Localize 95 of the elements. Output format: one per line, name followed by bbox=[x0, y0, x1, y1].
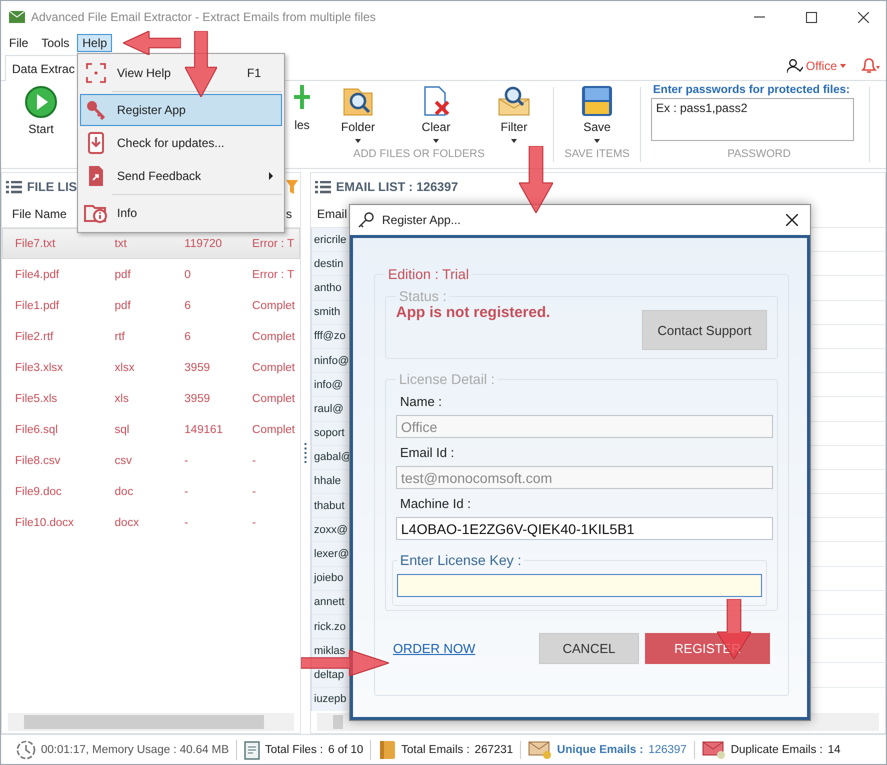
bell-icon bbox=[860, 58, 880, 74]
save-button[interactable]: Save bbox=[569, 85, 625, 143]
scrollbar[interactable] bbox=[8, 713, 294, 731]
email-cell: joiebo bbox=[311, 566, 348, 590]
email-cell: ninfo@ bbox=[311, 348, 348, 372]
menu-item[interactable]: View Help F1 bbox=[80, 57, 282, 89]
envelope-search-icon bbox=[497, 85, 531, 117]
email-cell: ericrile bbox=[311, 228, 348, 252]
email-cell: fff@zo bbox=[311, 324, 348, 348]
email-cell: antho bbox=[311, 276, 348, 300]
document-icon bbox=[87, 165, 105, 187]
folder-info-icon bbox=[84, 203, 108, 223]
contact-support-button[interactable]: Contact Support bbox=[642, 310, 767, 350]
menu-item[interactable]: Send Feedback bbox=[80, 160, 282, 192]
password-field[interactable]: Ex : pass1,pass2 bbox=[651, 98, 854, 141]
email-cell: zoxx@ bbox=[311, 518, 348, 542]
download-icon bbox=[87, 132, 105, 154]
status-value: 267231 bbox=[474, 744, 514, 756]
list-icon bbox=[6, 180, 22, 194]
status-value: 6 of 10 bbox=[328, 744, 364, 756]
column-header[interactable]: Email bbox=[311, 207, 345, 221]
maximize-icon bbox=[806, 12, 816, 22]
text-field[interactable]: L4OBAO-1E2ZG6V-QIEK40-1KIL5B1 bbox=[396, 517, 773, 540]
menu-item[interactable]: Tools bbox=[36, 34, 74, 52]
column-header[interactable]: s bbox=[284, 207, 296, 221]
close-icon bbox=[858, 12, 868, 22]
envelope-icon bbox=[9, 10, 25, 24]
menu-item[interactable]: Check for updates... bbox=[80, 127, 282, 159]
field-label: Machine Id : bbox=[400, 496, 472, 511]
field-label: Name : bbox=[400, 394, 443, 409]
field-label: Email Id : bbox=[400, 445, 456, 460]
close-icon bbox=[786, 214, 798, 226]
clock-icon bbox=[16, 740, 36, 760]
key-icon bbox=[86, 100, 106, 120]
clear-button[interactable]: Clear bbox=[403, 85, 469, 143]
license-key-field[interactable] bbox=[397, 574, 762, 597]
column-header[interactable]: File Name bbox=[2, 207, 74, 221]
group-label: ADD FILES OR FOLDERS bbox=[352, 148, 486, 162]
status-value: 14 bbox=[828, 744, 841, 756]
window-title: Advanced File Email Extractor - Extract Emails from multiple files bbox=[31, 10, 377, 24]
minimize-icon bbox=[754, 16, 764, 18]
user-menu[interactable]: Office bbox=[786, 59, 846, 73]
email-cell: thabut bbox=[311, 494, 348, 518]
user-icon bbox=[786, 59, 803, 73]
email-cell: soport bbox=[311, 422, 348, 445]
email-cell: lexer@ bbox=[311, 542, 348, 566]
status-label: Status : bbox=[398, 288, 448, 304]
envelope-check-icon bbox=[528, 740, 552, 758]
book-icon bbox=[378, 740, 396, 760]
filter-button[interactable]: Filter bbox=[481, 85, 547, 143]
email-cell: hhale bbox=[311, 470, 348, 494]
email-cell: annett bbox=[311, 590, 348, 614]
order-now-link[interactable]: ORDER NOW bbox=[393, 641, 476, 656]
email-cell: rick.zo bbox=[311, 615, 348, 638]
menu-item[interactable]: Register App bbox=[80, 94, 282, 126]
password-label: Enter passwords for protected files: bbox=[653, 84, 851, 96]
email-cell: info@ bbox=[311, 373, 348, 396]
group-label: SAVE ITEMS bbox=[563, 148, 631, 162]
license-detail-label: License Detail : bbox=[398, 371, 496, 387]
clipboard-icon bbox=[244, 740, 260, 760]
email-cell: smith bbox=[311, 300, 348, 324]
menu-item[interactable]: File bbox=[4, 34, 34, 52]
status-label: Total Emails : bbox=[401, 744, 470, 756]
start-button[interactable]: Start bbox=[13, 85, 69, 136]
files-button[interactable]: les bbox=[291, 85, 313, 132]
envelope-cross-icon bbox=[702, 740, 726, 758]
time-memory-text: 00:01:17, Memory Usage : 40.64 MB bbox=[41, 744, 229, 756]
ribbon-tab[interactable]: Data Extrac bbox=[5, 55, 80, 81]
status-label: Total Files : bbox=[264, 744, 324, 756]
status-label: Unique Emails : bbox=[557, 744, 644, 756]
menu-item[interactable]: Info bbox=[80, 197, 282, 229]
pointer-arrow bbox=[185, 31, 217, 97]
play-icon bbox=[24, 85, 58, 119]
email-cell: destin bbox=[311, 252, 348, 276]
license-key-label: Enter License Key : bbox=[399, 552, 522, 568]
panel-title: EMAIL LIST : 126397 bbox=[336, 180, 458, 194]
grip-icon bbox=[304, 443, 307, 463]
menu-item[interactable]: Help bbox=[77, 34, 112, 52]
pointer-arrow bbox=[123, 31, 181, 55]
dialog-title: Register App... bbox=[382, 213, 462, 227]
status-text: App is not registered. bbox=[396, 304, 550, 321]
folder-button[interactable]: Folder bbox=[325, 85, 391, 143]
panel-title: FILE LIS bbox=[27, 180, 77, 194]
caret-icon bbox=[840, 64, 846, 68]
status-value: 126397 bbox=[648, 744, 687, 756]
key-icon bbox=[358, 212, 374, 228]
frame-icon bbox=[86, 63, 106, 83]
email-cell: raul@ bbox=[311, 397, 348, 420]
list-icon bbox=[315, 180, 331, 194]
edition-label: Edition : Trial bbox=[387, 266, 470, 282]
email-cell: iuzepb bbox=[311, 688, 348, 711]
status-label: Duplicate Emails : bbox=[730, 744, 823, 756]
group-label: PASSWORD bbox=[726, 148, 792, 162]
cancel-button[interactable]: CANCEL bbox=[539, 633, 639, 664]
pointer-arrow bbox=[519, 146, 553, 213]
